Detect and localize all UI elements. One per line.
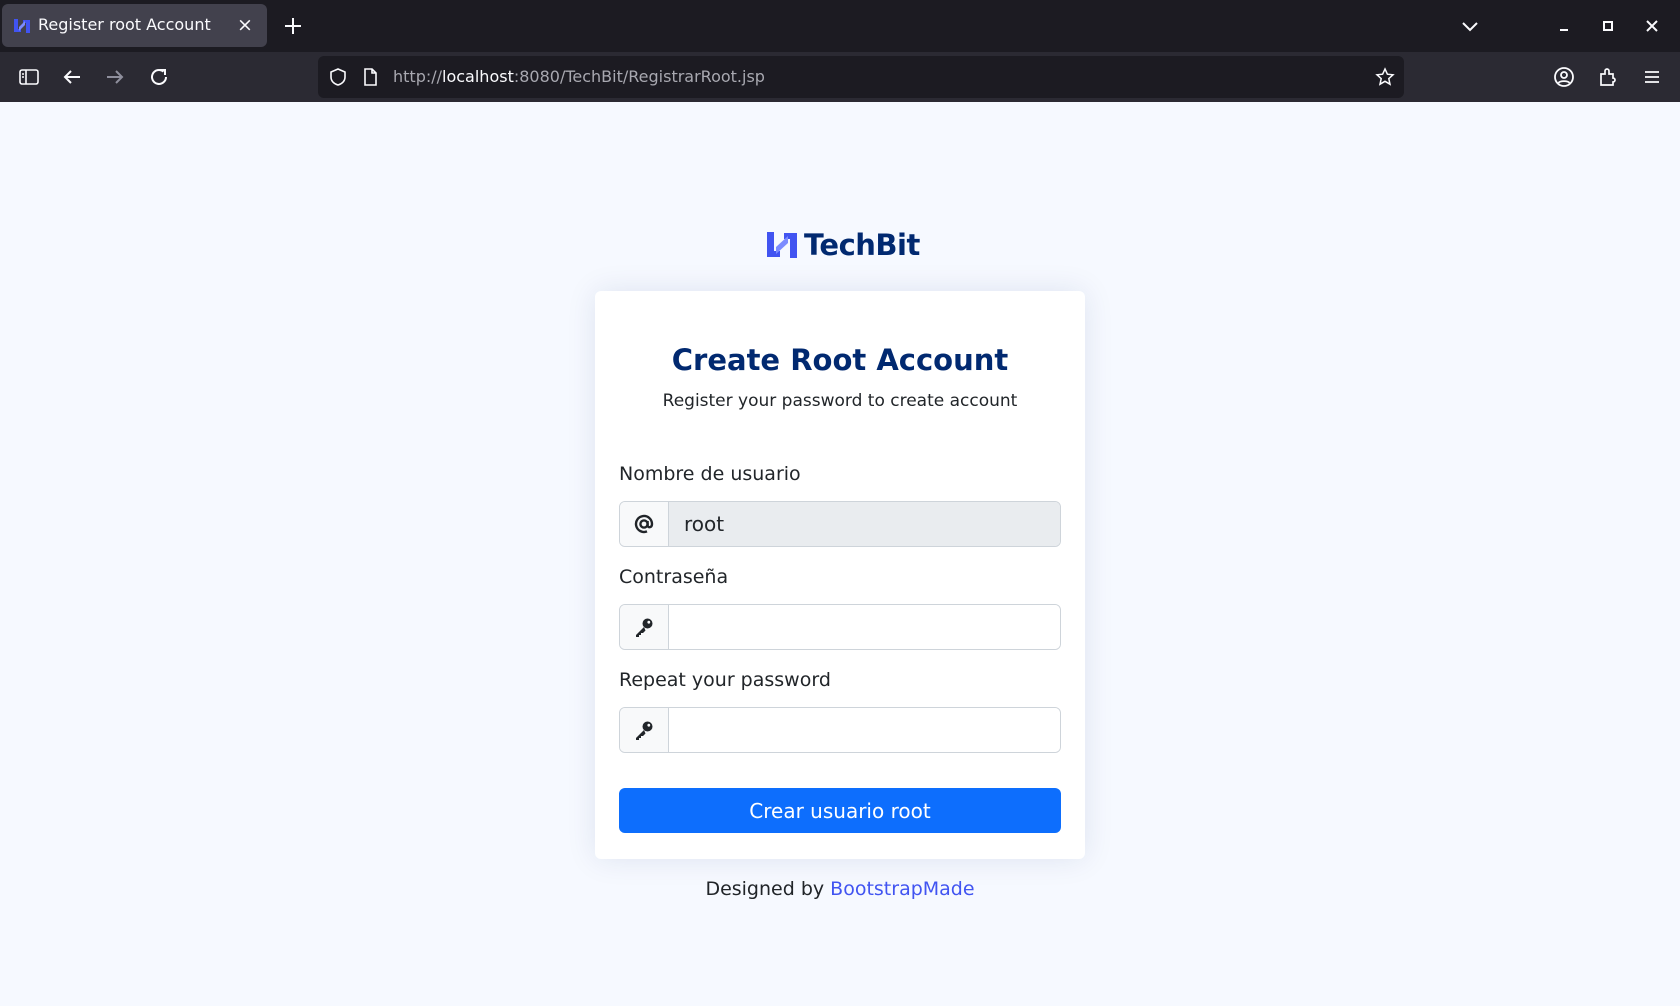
forward-icon[interactable] — [103, 65, 127, 89]
card-subtitle: Register your password to create account — [662, 391, 1018, 411]
url-bar[interactable]: http://localhost:8080/TechBit/RegistrarR… — [318, 56, 1404, 98]
tab-close-icon[interactable]: × — [235, 15, 255, 35]
key-icon — [620, 708, 669, 752]
url-prefix: http:// — [393, 67, 443, 86]
page-icon[interactable] — [360, 67, 380, 87]
credits: Designed by BootstrapMade — [0, 878, 1680, 900]
extensions-icon[interactable] — [1596, 65, 1620, 89]
create-root-button[interactable]: Crear usuario root — [619, 788, 1061, 833]
url-text[interactable]: http://localhost:8080/TechBit/RegistrarR… — [393, 67, 765, 86]
sidebar-icon[interactable] — [17, 65, 41, 89]
bookmark-star-icon[interactable] — [1375, 67, 1395, 87]
password-input[interactable] — [669, 605, 1060, 649]
minimize-icon[interactable] — [1552, 14, 1576, 38]
tab-list-chevron-icon[interactable] — [1458, 14, 1482, 38]
maximize-icon[interactable] — [1596, 14, 1620, 38]
account-icon[interactable] — [1552, 65, 1576, 89]
register-card: Create Root Account Register your passwo… — [595, 291, 1085, 859]
browser-toolbar: http://localhost:8080/TechBit/RegistrarR… — [0, 52, 1680, 102]
url-path: :8080/TechBit/RegistrarRoot.jsp — [513, 67, 765, 86]
username-input[interactable] — [669, 502, 1060, 546]
page-body: TechBit Create Root Account Register you… — [0, 102, 1680, 1006]
new-tab-icon[interactable] — [280, 13, 306, 39]
back-icon[interactable] — [60, 65, 84, 89]
browser-tab-active[interactable]: Register root Account × — [2, 4, 267, 47]
window-close-icon[interactable] — [1640, 14, 1664, 38]
card-title: Create Root Account — [671, 343, 1009, 377]
credits-text: Designed by — [705, 878, 831, 900]
bootstrapmade-link[interactable]: BootstrapMade — [830, 878, 974, 900]
repeat-password-label: Repeat your password — [619, 669, 831, 691]
menu-icon[interactable] — [1640, 65, 1664, 89]
browser-tab-bar: Register root Account × — [0, 0, 1680, 52]
password-input-group — [619, 604, 1061, 650]
tab-title: Register root Account — [38, 15, 211, 34]
reload-icon[interactable] — [147, 65, 171, 89]
shield-icon[interactable] — [328, 67, 348, 87]
username-input-group — [619, 501, 1061, 547]
techbit-favicon-icon — [14, 19, 30, 33]
at-icon — [620, 502, 669, 546]
brand-name: TechBit — [804, 228, 920, 262]
url-host: localhost — [442, 67, 514, 86]
repeat-password-input-group — [619, 707, 1061, 753]
techbit-logo-icon — [767, 232, 797, 258]
password-label: Contraseña — [619, 566, 729, 588]
username-label: Nombre de usuario — [619, 463, 801, 485]
brand-logo[interactable]: TechBit — [766, 227, 920, 263]
key-icon — [620, 605, 669, 649]
repeat-password-input[interactable] — [669, 708, 1060, 752]
